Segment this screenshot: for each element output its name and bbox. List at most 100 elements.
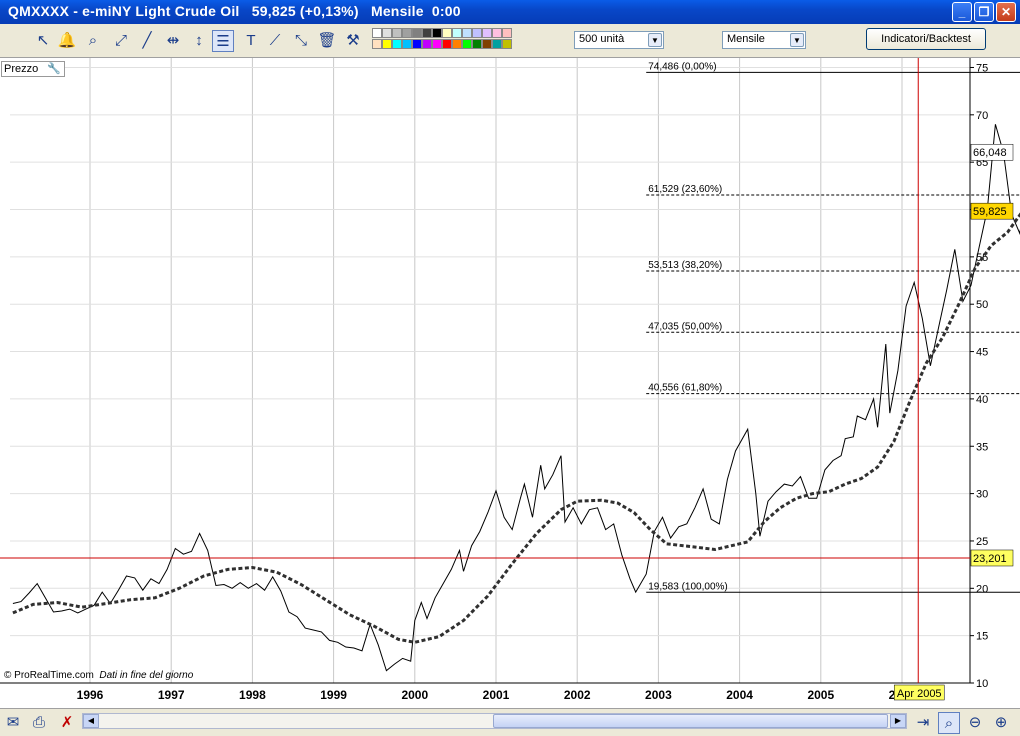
period-select[interactable]: Mensile ▼ [722,31,806,49]
x-tick-label: 2004 [726,688,753,702]
palette-swatch[interactable] [472,28,482,38]
palette-swatch[interactable] [372,39,382,49]
palette-swatch[interactable] [452,39,462,49]
color-palette[interactable] [372,28,512,52]
y-tick-label: 25 [976,536,988,548]
source-note: © ProRealTime.com Dati in fine del giorn… [4,670,193,681]
fib-level-label: 61,529 (23,60%) [648,184,722,195]
close-button[interactable]: ✕ [996,2,1016,22]
fast-forward-icon[interactable]: ⇥ [912,712,934,734]
maximize-button[interactable]: ❐ [974,2,994,22]
palette-swatch[interactable] [422,28,432,38]
y-tick-label: 35 [976,441,988,453]
last-price-label: 59,825 [973,206,1007,218]
x-tick-label: 1997 [158,688,185,702]
chevron-down-icon[interactable]: ▼ [790,33,804,47]
x-tick-label: 2005 [807,688,834,702]
palette-swatch[interactable] [452,28,462,38]
print-icon[interactable]: ⎙ [28,712,50,734]
y-tick-label: 50 [976,299,988,311]
wrench-icon[interactable]: 🔧 [47,62,61,76]
palette-swatch[interactable] [502,28,512,38]
crosshair-y-label: 23,201 [973,553,1007,565]
text-tool-icon[interactable]: T [240,30,262,52]
scroll-left-arrow[interactable]: ◀ [83,714,99,728]
x-tick-label: 2001 [483,688,510,702]
line-draw-icon[interactable]: ╱ [136,30,158,52]
x-tick-label: 2003 [645,688,672,702]
window-title: QMXXXX - e-miNY Light Crude Oil 59,825 (… [8,3,461,19]
palette-swatch[interactable] [382,39,392,49]
auto-zoom-icon[interactable]: ⌕ [938,712,960,734]
palette-swatch[interactable] [492,39,502,49]
palette-swatch[interactable] [442,39,452,49]
price-panel-label-text: Prezzo [4,63,39,75]
price-panel-label[interactable]: Prezzo 🔧 [1,61,65,77]
arrows-icon[interactable]: ⤡ [290,30,312,52]
vertical-line-icon[interactable]: ↕ [188,30,210,52]
scroll-right-arrow[interactable]: ▶ [890,714,906,728]
zoom-tool-icon[interactable]: ⌕ [82,30,104,52]
mail-icon[interactable]: ✉ [2,712,24,734]
toolbar: ↖ 🔔 ⌕ ⤢ ╱ ⇹ ↕ ☰ T ⟋ ⤡ 🗑 ⚒ 500 unità ▼ Me… [0,24,1020,58]
palette-swatch[interactable] [412,39,422,49]
palette-swatch[interactable] [482,39,492,49]
palette-swatch[interactable] [432,39,442,49]
y-tick-label: 30 [976,489,988,501]
minimize-button[interactable]: _ [952,2,972,22]
palette-swatch[interactable] [392,39,402,49]
y-tick-label: 20 [976,583,988,595]
palette-swatch[interactable] [402,28,412,38]
palette-swatch[interactable] [412,28,422,38]
fib-level-label: 53,513 (38,20%) [648,260,722,271]
crosshair-x-label: Apr 2005 [897,688,942,700]
fib-level-label: 47,035 (50,00%) [648,321,722,332]
units-select-value: 500 unità [579,33,625,45]
x-tick-label: 1999 [320,688,347,702]
palette-swatch[interactable] [382,28,392,38]
palette-swatch[interactable] [482,28,492,38]
palette-swatch[interactable] [422,39,432,49]
palette-swatch[interactable] [462,39,472,49]
palette-swatch[interactable] [472,39,482,49]
trendline-icon[interactable]: ⤢ [110,30,132,52]
horizontal-scrollbar[interactable]: ◀ ▶ [82,713,907,729]
palette-swatch[interactable] [462,28,472,38]
alarm-bell-icon[interactable]: 🔔 [56,30,78,52]
palette-swatch[interactable] [392,28,402,38]
x-tick-label: 2002 [564,688,591,702]
palette-swatch[interactable] [492,28,502,38]
period-select-value: Mensile [727,33,765,45]
x-tick-label: 2000 [401,688,428,702]
fib-level-label: 19,583 (100,00%) [648,581,728,592]
data-note: Dati in fine del giorno [99,670,194,681]
palette-swatch[interactable] [432,28,442,38]
y-tick-label: 40 [976,394,988,406]
fib-level-label: 74,486 (0,00%) [648,61,716,72]
units-select[interactable]: 500 unità ▼ [574,31,664,49]
trash-icon[interactable]: 🗑 [316,30,338,52]
fibonacci-icon[interactable]: ☰ [212,30,234,52]
ma-value-label: 66,048 [973,147,1007,159]
tools-icon[interactable]: ⚒ [342,30,364,52]
y-tick-label: 15 [976,631,988,643]
chevron-down-icon[interactable]: ▼ [648,33,662,47]
indicators-backtest-button[interactable]: Indicatori/Backtest [866,28,986,50]
delete-drawings-icon[interactable]: ✗ [56,712,78,734]
window-title-bar: QMXXXX - e-miNY Light Crude Oil 59,825 (… [0,0,1020,24]
palette-swatch[interactable] [442,28,452,38]
channel-icon[interactable]: ⟋ [264,30,286,52]
zoom-in-icon[interactable]: ⊕ [990,712,1012,734]
palette-swatch[interactable] [372,28,382,38]
y-tick-label: 10 [976,678,988,690]
palette-swatch[interactable] [402,39,412,49]
scroll-thumb[interactable] [493,714,888,728]
moving-average-line[interactable] [12,153,1020,644]
price-chart[interactable]: 1015202530354045505560657075199619971998… [0,58,1020,708]
chart-area[interactable]: 1015202530354045505560657075199619971998… [0,58,1020,708]
pointer-icon[interactable]: ↖ [32,30,54,52]
palette-swatch[interactable] [502,39,512,49]
horizontal-line-icon[interactable]: ⇹ [162,30,184,52]
zoom-out-icon[interactable]: ⊖ [964,712,986,734]
source-credit: © ProRealTime.com [4,670,94,681]
